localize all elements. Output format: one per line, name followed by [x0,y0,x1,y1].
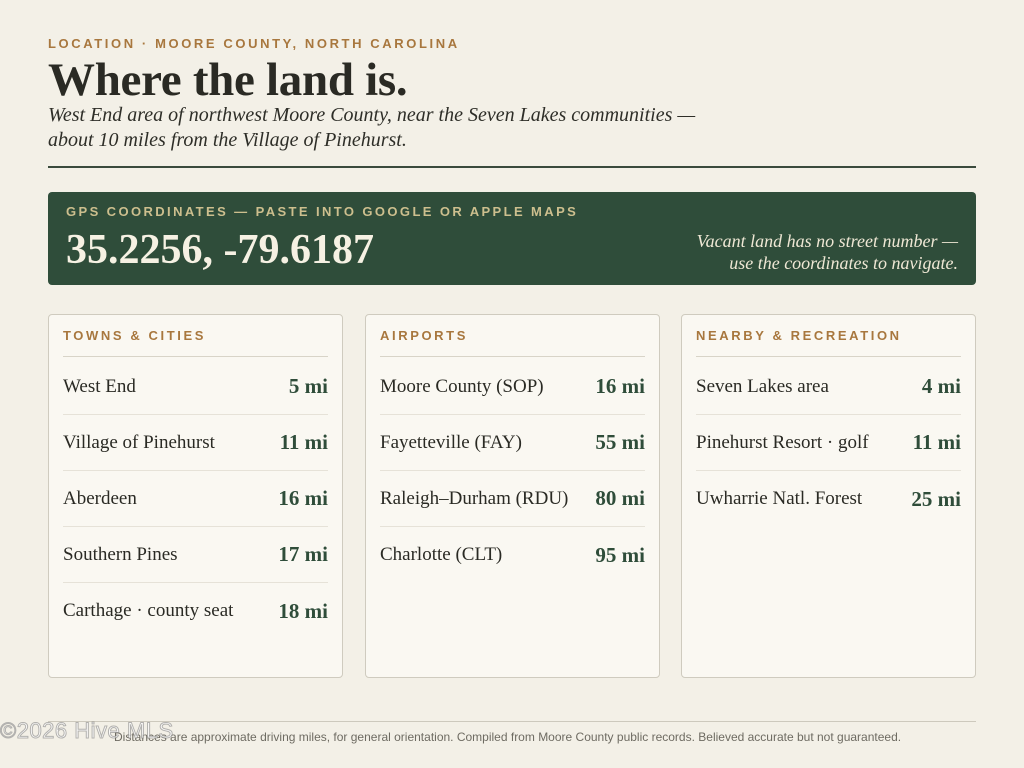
place-distance: 17 mi [278,542,328,566]
place-distance: 16 mi [595,374,645,398]
list-item: Southern Pines 17 mi [63,527,328,583]
gps-note: Vacant land has no street number — use t… [697,230,958,274]
gps-coordinates[interactable]: 35.2256, -79.6187 [66,226,374,274]
list-item: Fayetteville (FAY) 55 mi [380,415,645,471]
distance-list: West End 5 mi Village of Pinehurst 11 mi… [63,359,328,639]
place-name: Charlotte (CLT) [380,544,503,565]
list-item: Moore County (SOP) 16 mi [380,359,645,415]
list-item: Seven Lakes area 4 mi [696,359,961,415]
place-name: Fayetteville (FAY) [380,431,522,453]
location-eyebrow: LOCATION · MOORE COUNTY, NORTH CAROLINA [48,36,460,51]
footer-note: Distances are approximate driving miles,… [114,730,902,744]
place-distance: 55 mi [595,430,645,454]
header-divider [48,166,976,168]
footer-divider [48,721,976,722]
card-airports: AIRPORTS Moore County (SOP) 16 mi Fayett… [365,314,660,678]
card-towns-cities: TOWNS & CITIES West End 5 mi Village of … [48,314,343,678]
place-distance: 25 mi [911,486,961,511]
place-distance: 95 mi [595,542,645,567]
place-distance: 18 mi [278,598,328,623]
subtitle-line: about 10 miles from the Village of Pineh… [48,129,407,151]
card-heading: AIRPORTS [380,328,645,357]
place-name: Pinehurst Resort · golf [696,431,869,453]
gps-label: GPS COORDINATES — PASTE INTO GOOGLE OR A… [66,204,579,219]
page-title: Where the land is. [48,54,408,106]
place-name: Uwharrie Natl. Forest [696,488,863,509]
list-item: Carthage · county seat 18 mi [63,583,328,639]
place-distance: 80 mi [595,486,645,510]
place-name: West End [63,375,136,397]
distance-list: Moore County (SOP) 16 mi Fayetteville (F… [380,359,645,583]
place-distance: 11 mi [912,430,961,454]
list-item: Raleigh–Durham (RDU) 80 mi [380,471,645,527]
page-subtitle: West End area of northwest Moore County,… [48,103,768,153]
place-name: Moore County (SOP) [380,375,544,397]
subtitle-line: West End area of northwest Moore County,… [48,104,696,126]
gps-note-line: Vacant land has no street number — [696,231,958,251]
place-distance: 11 mi [279,430,328,454]
place-name: Seven Lakes area [696,375,829,397]
place-name: Carthage · county seat [63,600,234,621]
gps-banner: GPS COORDINATES — PASTE INTO GOOGLE OR A… [48,192,976,285]
list-item: Village of Pinehurst 11 mi [63,415,328,471]
place-name: Village of Pinehurst [63,431,215,453]
list-item: Pinehurst Resort · golf 11 mi [696,415,961,471]
place-distance: 4 mi [921,374,961,398]
copyright-watermark: ©2026 Hive MLS [0,718,174,744]
list-item: Uwharrie Natl. Forest 25 mi [696,471,961,527]
place-name: Aberdeen [63,487,137,509]
card-nearby-recreation: NEARBY & RECREATION Seven Lakes area 4 m… [681,314,976,678]
list-item: West End 5 mi [63,359,328,415]
card-heading: TOWNS & CITIES [63,328,328,357]
distance-list: Seven Lakes area 4 mi Pinehurst Resort ·… [696,359,961,527]
place-name: Southern Pines [63,543,178,565]
list-item: Charlotte (CLT) 95 mi [380,527,645,583]
place-distance: 5 mi [288,374,328,398]
place-name: Raleigh–Durham (RDU) [380,487,569,509]
list-item: Aberdeen 16 mi [63,471,328,527]
place-distance: 16 mi [278,486,328,510]
gps-note-line: use the coordinates to navigate. [729,253,958,273]
page: LOCATION · MOORE COUNTY, NORTH CAROLINA … [48,0,976,768]
card-heading: NEARBY & RECREATION [696,328,961,357]
